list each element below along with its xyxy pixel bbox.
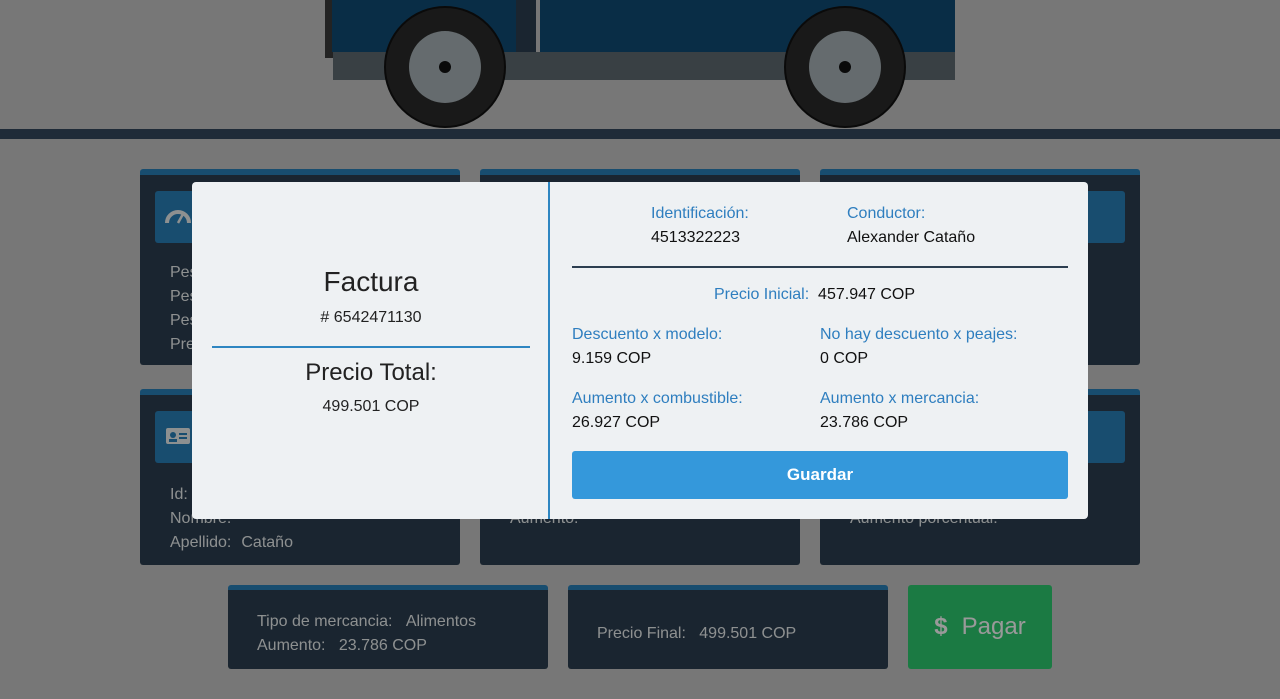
driver-value: Alexander Cataño (847, 229, 976, 246)
cargo-increase-value: 23.786 COP (820, 414, 909, 431)
fuel-increase-label: Aumento x combustible: (572, 390, 743, 407)
invoice-title: Factura (323, 266, 419, 297)
divider (572, 266, 1068, 268)
driver-label: Conductor: (847, 205, 926, 222)
total-price-title: Precio Total: (305, 359, 437, 386)
fuel-increase-value: 26.927 COP (572, 414, 661, 431)
divider (212, 346, 530, 348)
initial-price-field: Precio Inicial: 457.947 COP (714, 283, 915, 307)
invoice-summary-panel: Factura # 6542471130 Precio Total: 499.5… (192, 182, 550, 519)
invoice-modal: Factura # 6542471130 Precio Total: 499.5… (192, 182, 1088, 519)
fuel-increase-field: Aumento x combustible: 26.927 COP (572, 387, 743, 435)
toll-discount-field: No hay descuento x peajes: 0 COP (820, 323, 1017, 371)
toll-discount-value: 0 COP (820, 350, 869, 367)
driver-field: Conductor: Alexander Cataño (847, 202, 975, 250)
invoice-number: # 6542471130 (320, 309, 422, 326)
cargo-increase-field: Aumento x mercancia: 23.786 COP (820, 387, 979, 435)
model-discount-label: Descuento x modelo: (572, 326, 723, 343)
model-discount-value: 9.159 COP (572, 350, 652, 367)
model-discount-field: Descuento x modelo: 9.159 COP (572, 323, 722, 371)
initial-price-label: Precio Inicial: (714, 286, 810, 303)
identification-field: Identificación: 4513322223 (651, 202, 749, 250)
invoice-details-panel: Identificación: 4513322223 Conductor: Al… (552, 182, 1088, 519)
total-price-value: 499.501 COP (322, 398, 420, 415)
initial-price-value: 457.947 COP (818, 286, 915, 303)
cargo-increase-label: Aumento x mercancia: (820, 390, 980, 407)
toll-discount-label: No hay descuento x peajes: (820, 326, 1018, 343)
identification-label: Identificación: (651, 205, 749, 222)
identification-value: 4513322223 (651, 229, 740, 246)
save-button[interactable]: Guardar (572, 451, 1068, 499)
